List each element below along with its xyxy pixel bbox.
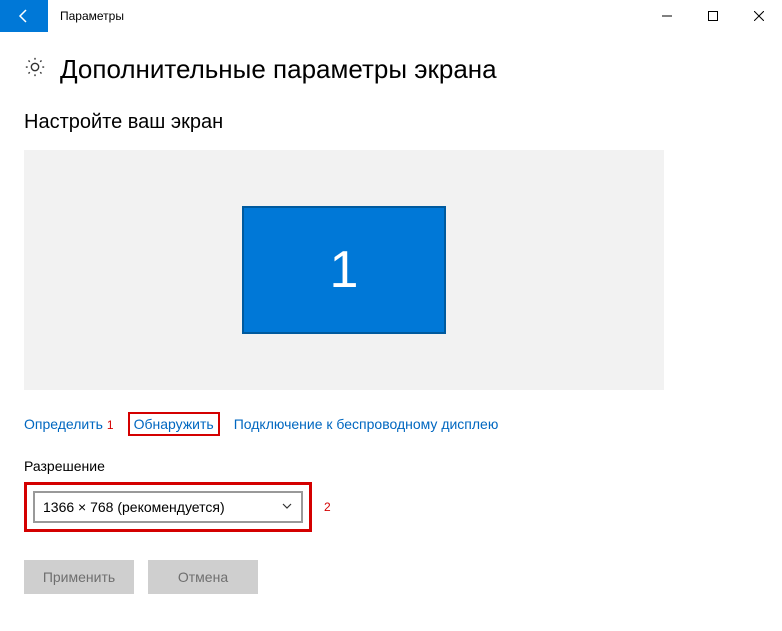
annotation-box-2: 1366 × 768 (рекомендуется) — [24, 482, 312, 532]
close-icon — [754, 11, 764, 21]
annotation-2: 2 — [324, 500, 331, 514]
maximize-icon — [708, 11, 718, 21]
minimize-icon — [662, 11, 672, 21]
page-subheading: Настройте ваш экран — [24, 111, 758, 134]
monitor-number: 1 — [330, 240, 359, 300]
apply-button[interactable]: Применить — [24, 560, 134, 594]
monitor-1[interactable]: 1 — [242, 206, 446, 334]
gear-icon — [24, 56, 46, 83]
resolution-label: Разрешение — [24, 458, 758, 474]
back-button[interactable] — [0, 0, 48, 32]
display-links: Определить 1 Обнаружить Подключение к бе… — [24, 412, 758, 436]
detect-link[interactable]: Обнаружить — [134, 416, 214, 432]
close-button[interactable] — [736, 0, 782, 32]
action-buttons: Применить Отмена — [24, 560, 758, 594]
window-title: Параметры — [48, 0, 136, 32]
content: Дополнительные параметры экрана Настройт… — [0, 32, 782, 594]
wireless-display-link[interactable]: Подключение к беспроводному дисплею — [234, 416, 499, 432]
annotation-1: 1 — [107, 418, 114, 432]
heading-row: Дополнительные параметры экрана — [24, 54, 758, 85]
cancel-button[interactable]: Отмена — [148, 560, 258, 594]
resolution-dropdown[interactable]: 1366 × 768 (рекомендуется) — [33, 491, 303, 523]
identify-link[interactable]: Определить — [24, 416, 103, 432]
window-controls — [644, 0, 782, 32]
page-heading: Дополнительные параметры экрана — [60, 54, 497, 85]
resolution-value: 1366 × 768 (рекомендуется) — [43, 499, 225, 515]
titlebar: Параметры — [0, 0, 782, 32]
minimize-button[interactable] — [644, 0, 690, 32]
arrow-left-icon — [16, 8, 32, 24]
chevron-down-icon — [281, 499, 293, 515]
annotation-box-1: Обнаружить — [128, 412, 220, 436]
display-preview: 1 — [24, 150, 664, 390]
resolution-row: 1366 × 768 (рекомендуется) 2 — [24, 482, 758, 532]
maximize-button[interactable] — [690, 0, 736, 32]
